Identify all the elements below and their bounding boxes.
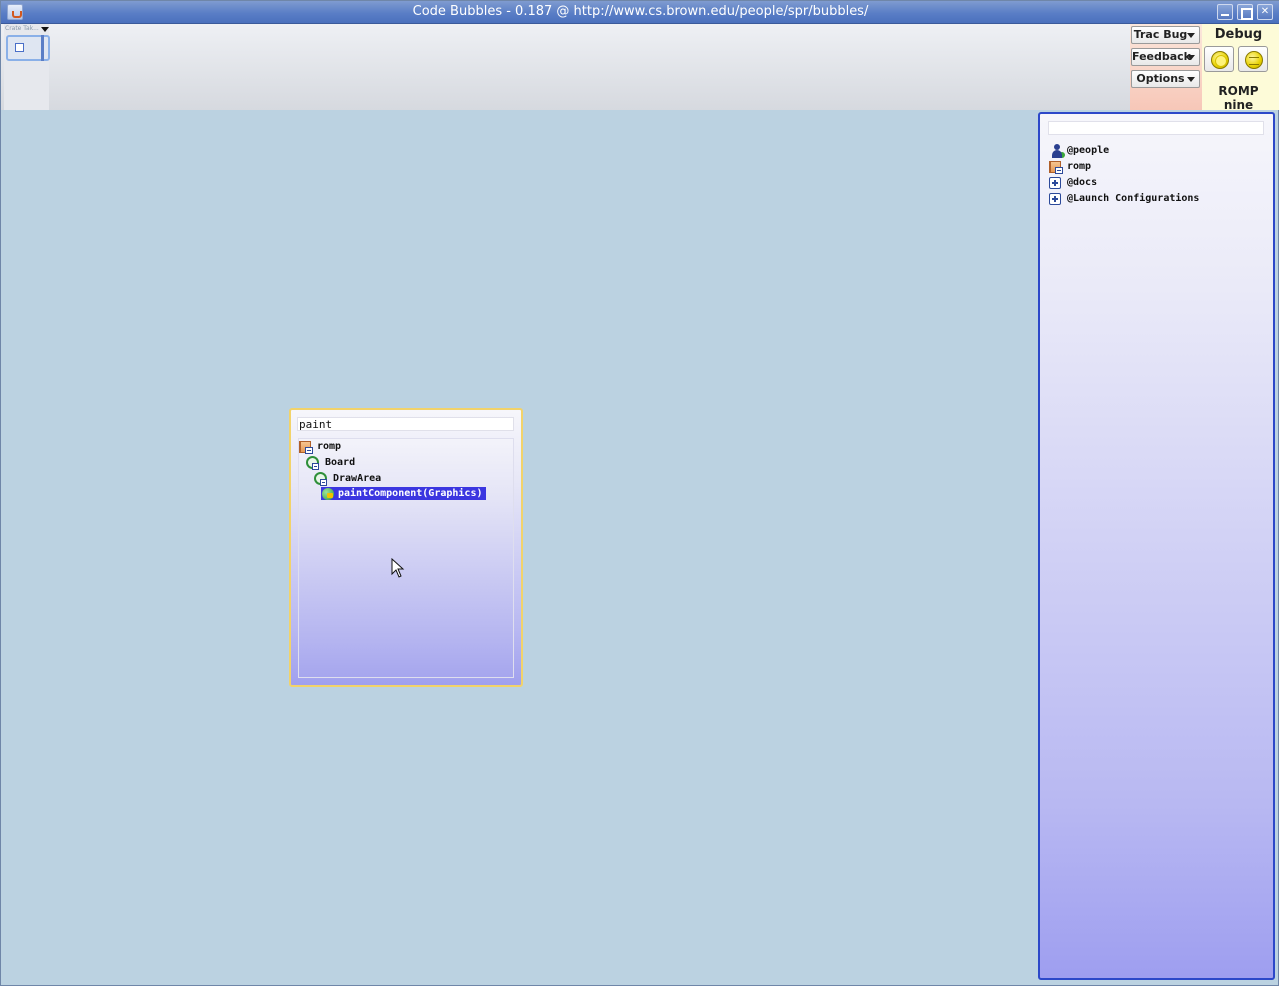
window-title: Code Bubbles - 0.187 @ http://www.cs.bro… [412, 4, 869, 19]
options-button[interactable]: Options [1131, 70, 1200, 88]
debug-step-button[interactable] [1238, 46, 1268, 72]
debug-run-icon [1211, 51, 1229, 69]
explorer-item-label: romp [1067, 161, 1092, 172]
explorer-item-people[interactable]: @people [1048, 144, 1168, 158]
expand-icon[interactable] [1049, 193, 1061, 205]
bubble-search-input[interactable]: paint [297, 417, 514, 431]
maximize-button[interactable] [1237, 4, 1253, 20]
result-item-label: Board [325, 457, 356, 468]
package-icon [1049, 160, 1063, 174]
class-icon [306, 456, 320, 470]
expand-icon[interactable] [1049, 177, 1061, 189]
debug-run-button[interactable] [1204, 46, 1234, 72]
explorer-item-label: @Launch Configurations [1067, 193, 1200, 204]
result-item-drawarea[interactable]: DrawArea [314, 472, 404, 486]
result-item-label: DrawArea [333, 473, 382, 484]
overview-scroll-handle[interactable] [41, 35, 44, 61]
trac-bug-button[interactable]: Trac Bug [1131, 26, 1200, 44]
explorer-search-input[interactable] [1048, 121, 1264, 135]
package-explorer-panel[interactable] [1038, 112, 1275, 980]
explorer-item-launch-configurations[interactable]: @Launch Configurations [1048, 192, 1248, 206]
explorer-item-docs[interactable]: @docs [1048, 176, 1168, 190]
explorer-item-label: @docs [1067, 177, 1098, 188]
code-bubbles-window: Code Bubbles - 0.187 @ http://www.cs.bro… [0, 0, 1279, 986]
class-icon [314, 472, 328, 486]
explorer-item-label: @people [1067, 145, 1110, 156]
minimize-button[interactable] [1217, 4, 1233, 20]
mouse-pointer-icon [391, 558, 405, 578]
method-icon [322, 488, 334, 500]
package-icon [299, 440, 313, 454]
overview-label: Crate Tak... [5, 25, 39, 32]
feedback-button[interactable]: Feedback [1131, 48, 1200, 66]
overview-bubble-marker[interactable] [15, 43, 24, 52]
debug-label: Debug [1214, 27, 1263, 42]
title-bar[interactable]: Code Bubbles - 0.187 @ http://www.cs.bro… [1, 1, 1279, 24]
debug-step-icon [1245, 51, 1263, 69]
overview-dropdown-icon[interactable] [41, 27, 49, 32]
close-button[interactable] [1257, 4, 1273, 20]
result-item-romp[interactable]: romp [298, 440, 378, 454]
workspace-name: ROMP nine [1218, 84, 1259, 112]
result-item-label: romp [317, 441, 342, 452]
result-item-label: paintComponent(Graphics) [338, 488, 483, 499]
people-icon [1050, 144, 1065, 158]
explorer-item-romp[interactable]: romp [1048, 160, 1168, 174]
top-overview-band[interactable] [1, 24, 1279, 110]
result-item-paintcomponent[interactable]: paintComponent(Graphics) [321, 487, 486, 500]
result-item-board[interactable]: Board [306, 456, 386, 470]
